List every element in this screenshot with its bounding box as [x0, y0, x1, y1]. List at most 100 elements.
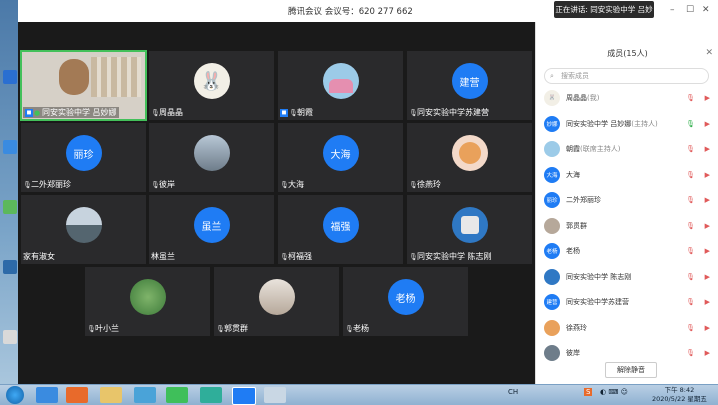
- video-tile[interactable]: 🎙 同安实验中学 陈志刚: [406, 194, 533, 265]
- language-indicator[interactable]: CH: [508, 388, 518, 396]
- camera-off-icon[interactable]: ▶: [705, 94, 710, 102]
- video-tile[interactable]: 家有淑女: [20, 194, 147, 265]
- camera-off-icon[interactable]: ▶: [705, 349, 710, 357]
- camera-off-icon[interactable]: ▶: [705, 196, 710, 204]
- avatar: 虽兰: [193, 207, 230, 243]
- member-name: 二外郑丽珍: [566, 196, 601, 204]
- camera-off-icon[interactable]: ▶: [705, 145, 710, 153]
- avatar: 老杨: [544, 243, 560, 259]
- video-tile[interactable]: 🎙 徐燕玲: [406, 122, 533, 193]
- tile-name: 同安实验中学 陈志刚: [417, 252, 492, 261]
- member-row[interactable]: 老杨 老杨 🎙 ▶: [536, 239, 718, 265]
- member-row[interactable]: 丽珍 二外郑丽珍 🎙 ▶: [536, 188, 718, 214]
- desktop-app-icon[interactable]: [3, 140, 17, 154]
- avatar: 福强: [322, 207, 359, 243]
- media-icon[interactable]: [66, 387, 88, 403]
- member-name: 彼岸: [566, 349, 580, 357]
- start-button[interactable]: [6, 386, 24, 404]
- member-name: 大海: [566, 170, 580, 179]
- video-tile[interactable]: 🐰 🎙 周晶晶: [148, 50, 275, 121]
- member-row[interactable]: 徐燕玲 🎙 ▶: [536, 316, 718, 342]
- app-icon[interactable]: [134, 387, 156, 403]
- video-tile[interactable]: 福强 🎙 柯福强: [277, 194, 404, 265]
- mic-muted-icon: 🎙: [216, 324, 225, 333]
- member-row[interactable]: 🐰 周晶晶(我) 🎙 ▶: [536, 86, 718, 112]
- minimize-icon[interactable]: –: [670, 5, 675, 15]
- unmute-label[interactable]: 解除静音: [617, 366, 645, 374]
- mic-muted-icon[interactable]: 🎙: [686, 145, 695, 153]
- video-tile[interactable]: 🎙 叶小兰: [84, 266, 211, 337]
- desktop-app-icon[interactable]: [3, 200, 17, 214]
- member-row[interactable]: 朝霞(联席主持人) 🎙 ▶: [536, 137, 718, 163]
- video-tile[interactable]: 🎙 彼岸: [148, 122, 275, 193]
- photo-avatar-icon: [460, 216, 479, 234]
- camera-off-icon[interactable]: ▶: [705, 298, 710, 306]
- member-row[interactable]: 大海 大海 🎙 ▶: [536, 163, 718, 189]
- tray-icons[interactable]: ◐ ⌨ ☺: [600, 388, 628, 396]
- ime-icon[interactable]: S: [584, 388, 593, 396]
- video-tile[interactable]: 🎙 郭贯群: [213, 266, 340, 337]
- member-name: 朝霞: [566, 145, 580, 153]
- mic-muted-icon[interactable]: 🎙: [686, 273, 695, 281]
- avatar: [258, 279, 295, 315]
- camera-off-icon[interactable]: ▶: [705, 171, 710, 179]
- search-input[interactable]: ⌕ 搜索成员: [544, 68, 709, 84]
- ie-icon[interactable]: [36, 387, 58, 403]
- app-icon[interactable]: [200, 387, 222, 403]
- mic-muted-icon[interactable]: 🎙: [686, 247, 695, 255]
- user-icon: ◼: [280, 108, 288, 117]
- camera-off-icon[interactable]: ▶: [705, 324, 710, 332]
- mic-muted-icon[interactable]: 🎙: [686, 171, 695, 179]
- clock[interactable]: 下午 8:42 2020/5/22 星期五: [652, 386, 707, 404]
- video-tile[interactable]: 大海 🎙 大海: [277, 122, 404, 193]
- player-icon[interactable]: [166, 387, 188, 403]
- member-row[interactable]: 同安实验中学 陈志刚 🎙 ▶: [536, 265, 718, 291]
- video-tile[interactable]: 老杨 🎙 老杨: [342, 266, 469, 337]
- photo-avatar-icon: [328, 79, 353, 93]
- desktop-app-icon[interactable]: [3, 70, 17, 84]
- camera-off-icon[interactable]: ▶: [705, 120, 710, 128]
- mic-muted-icon[interactable]: 🎙: [686, 222, 695, 230]
- avatar: 丽珍: [544, 192, 560, 208]
- member-name: 老杨: [566, 247, 580, 255]
- video-tile[interactable]: 丽珍 🎙 二外郑丽珍: [20, 122, 147, 193]
- window-title: 腾讯会议 会议号：620 277 662: [288, 7, 413, 17]
- tile-name: 林虽兰: [151, 252, 175, 261]
- avatar: 大海: [544, 166, 560, 183]
- folder-icon[interactable]: [100, 387, 122, 403]
- tile-name: 周晶晶: [159, 108, 183, 117]
- video-tile[interactable]: 虽兰 林虽兰: [148, 194, 275, 265]
- desktop-app-icon[interactable]: [3, 330, 17, 344]
- mic-muted-icon[interactable]: 🎙: [686, 298, 695, 306]
- tencent-meeting-icon[interactable]: [232, 387, 256, 405]
- close-icon[interactable]: ✕: [705, 48, 713, 58]
- mic-muted-icon: 🎙: [87, 324, 96, 333]
- mic-muted-icon[interactable]: 🎙: [686, 94, 695, 102]
- host-video-person: [59, 59, 89, 95]
- close-icon[interactable]: ✕: [702, 5, 710, 15]
- bookshelf-background: [91, 57, 141, 97]
- desktop-app-icon[interactable]: [3, 260, 17, 274]
- video-tile[interactable]: 建营 🎙 同安实验中学苏建营: [406, 50, 533, 121]
- title-bar: 腾讯会议 会议号：620 277 662 正在讲话: 同安实验中学 吕妙娜: –…: [18, 0, 718, 31]
- maximize-icon[interactable]: ☐: [686, 5, 694, 15]
- mic-muted-icon[interactable]: 🎙: [686, 349, 695, 357]
- video-tile[interactable]: ◼ 🎙 朝霞: [277, 50, 404, 121]
- camera-off-icon[interactable]: ▶: [705, 247, 710, 255]
- user-icon: ◼: [25, 108, 33, 117]
- avatar: [451, 135, 488, 171]
- mic-muted-icon[interactable]: 🎙: [686, 324, 695, 332]
- video-tile[interactable]: ◼ ● 同安实验中学 吕妙娜: [20, 50, 147, 121]
- mic-muted-icon[interactable]: 🎙: [686, 196, 695, 204]
- camera-off-icon[interactable]: ▶: [705, 222, 710, 230]
- tile-name: 大海: [288, 180, 304, 189]
- camera-off-icon[interactable]: ▶: [705, 273, 710, 281]
- member-row[interactable]: 妙娜 同安实验中学 吕妙娜(主持人) 🎙 ▶: [536, 112, 718, 138]
- paint-icon[interactable]: [264, 387, 286, 403]
- member-name: 同安实验中学苏建营: [566, 298, 629, 306]
- member-role: (我): [587, 94, 600, 102]
- member-row[interactable]: 郭贯群 🎙 ▶: [536, 214, 718, 240]
- mic-on-icon[interactable]: 🎙: [686, 120, 695, 128]
- member-name: 周晶晶: [566, 94, 587, 102]
- member-row[interactable]: 建营 同安实验中学苏建营 🎙 ▶: [536, 290, 718, 316]
